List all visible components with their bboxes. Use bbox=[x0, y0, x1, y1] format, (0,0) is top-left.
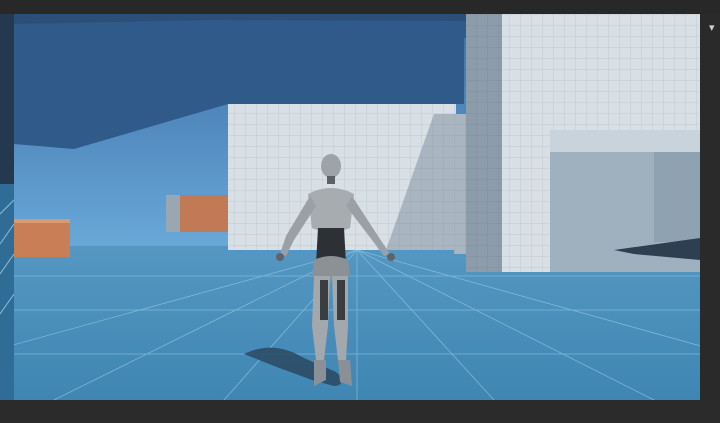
editor-top-bar bbox=[0, 0, 720, 14]
scene-viewport[interactable] bbox=[14, 14, 700, 400]
left-panel-edge[interactable] bbox=[0, 14, 14, 400]
tall-building-side bbox=[466, 14, 502, 272]
orange-crate-left bbox=[14, 219, 70, 257]
bottom-toolbar bbox=[0, 400, 720, 423]
scene-render bbox=[14, 14, 700, 400]
chevron-down-icon[interactable]: ▾ bbox=[709, 18, 720, 38]
inspector-panel-edge[interactable] bbox=[700, 14, 720, 400]
left-panel-preview bbox=[0, 14, 14, 400]
